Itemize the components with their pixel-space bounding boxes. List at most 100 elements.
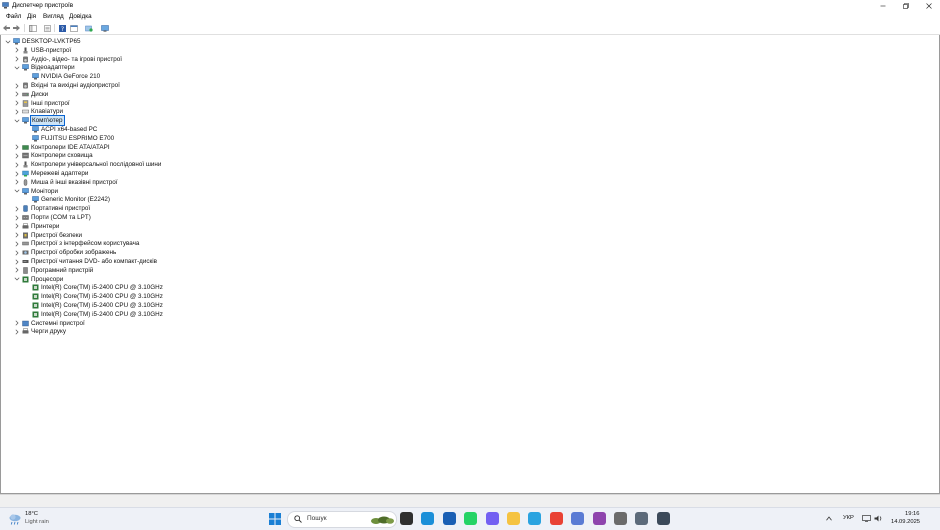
file-explorer-icon[interactable] bbox=[400, 512, 413, 525]
chrome-profile-icon[interactable] bbox=[571, 512, 585, 525]
device-tree: DESKTOP-LVKTP65 USB-пристрої Аудіо-, відео… bbox=[0, 35, 940, 494]
settings-icon[interactable] bbox=[614, 512, 627, 525]
monitor-icon bbox=[32, 196, 39, 203]
chevron-right-icon[interactable] bbox=[13, 239, 20, 248]
chrome-icon[interactable] bbox=[549, 512, 563, 525]
properties-button[interactable] bbox=[43, 24, 52, 32]
clock-time[interactable]: 19:16 bbox=[905, 511, 920, 517]
viber-icon[interactable] bbox=[485, 512, 499, 525]
tree-category-label: Процесори bbox=[31, 275, 64, 283]
language-indicator[interactable]: УКР bbox=[843, 515, 854, 521]
weather-rain-icon[interactable] bbox=[8, 512, 22, 526]
chevron-right-icon[interactable] bbox=[13, 160, 20, 169]
chevron-right-icon[interactable] bbox=[13, 204, 20, 213]
tree-category-label: Пристрої обробки зображень bbox=[31, 249, 117, 257]
tree-device-label: Intel(R) Core(TM) i5-2400 CPU @ 3.10GHz bbox=[41, 302, 163, 309]
minimize-button[interactable] bbox=[871, 0, 894, 11]
chevron-right-icon[interactable] bbox=[13, 257, 20, 266]
scan-hardware-button[interactable] bbox=[100, 24, 109, 32]
chevron-right-icon[interactable] bbox=[13, 55, 20, 64]
update-driver-icon bbox=[84, 25, 93, 32]
chevron-right-icon[interactable] bbox=[13, 90, 20, 99]
menu-bar: Файл Дія Вигляд Довідка bbox=[0, 11, 940, 22]
chevron-down-icon[interactable] bbox=[13, 63, 20, 72]
computer-icon bbox=[22, 117, 29, 124]
chevron-right-icon[interactable] bbox=[13, 327, 20, 336]
folder-icon[interactable] bbox=[507, 512, 520, 525]
dvd-icon bbox=[22, 260, 29, 263]
chevron-right-icon[interactable] bbox=[13, 151, 20, 160]
chevron-down-icon[interactable] bbox=[13, 187, 20, 196]
chevron-right-icon[interactable] bbox=[13, 248, 20, 257]
taskbar-search-box[interactable]: Пошук bbox=[287, 511, 397, 528]
printer-icon bbox=[22, 223, 29, 229]
tree-category-label: Комп'ютер bbox=[30, 115, 65, 127]
tree-category-label: Монітори bbox=[31, 187, 59, 195]
tree-category-label: Відеоадаптери bbox=[31, 64, 75, 72]
chrome-dev-icon[interactable] bbox=[592, 512, 606, 525]
menu-help[interactable]: Довідка bbox=[68, 12, 93, 21]
chevron-right-icon[interactable] bbox=[13, 143, 20, 152]
chevron-down-icon[interactable] bbox=[13, 116, 20, 125]
update-driver-button[interactable] bbox=[84, 24, 93, 32]
chevron-right-icon[interactable] bbox=[13, 169, 20, 178]
chevron-right-icon[interactable] bbox=[13, 107, 20, 116]
status-bar bbox=[0, 494, 940, 508]
chevron-right-icon[interactable] bbox=[13, 213, 20, 222]
system-icon bbox=[22, 320, 29, 326]
tree-category-label: Контролери IDE ATA/ATAPI bbox=[31, 143, 110, 151]
chevron-right-icon[interactable] bbox=[13, 222, 20, 231]
chevron-down-icon[interactable] bbox=[4, 37, 11, 46]
tree-device-label: FUJITSU ESPRIMO E700 bbox=[41, 134, 115, 142]
chevron-down-icon[interactable] bbox=[13, 275, 20, 284]
chevron-right-icon[interactable] bbox=[13, 319, 20, 328]
volume-icon[interactable] bbox=[874, 515, 883, 522]
tray-overflow-chevron-up-icon[interactable] bbox=[826, 516, 832, 521]
weather-condition[interactable]: Light rain bbox=[25, 519, 49, 525]
svg-text:?: ? bbox=[61, 25, 64, 31]
device-manager-active-icon[interactable] bbox=[656, 512, 670, 525]
chevron-right-icon[interactable] bbox=[13, 178, 20, 187]
display-adapter-icon bbox=[22, 64, 29, 71]
menu-view[interactable]: Вигляд bbox=[42, 12, 65, 21]
processor-icon bbox=[32, 311, 39, 318]
store-icon[interactable] bbox=[442, 512, 456, 525]
arrow-left-icon bbox=[3, 25, 10, 31]
device-manager-icon[interactable] bbox=[635, 512, 649, 525]
close-button[interactable] bbox=[917, 0, 940, 11]
tree-device-label: Intel(R) Core(TM) i5-2400 CPU @ 3.10GHz bbox=[41, 310, 163, 318]
tree-device-label: Intel(R) Core(TM) i5-2400 CPU @ 3.10GHz bbox=[41, 284, 163, 292]
chevron-right-icon[interactable] bbox=[13, 231, 20, 240]
chevron-right-icon[interactable] bbox=[13, 99, 20, 108]
chevron-right-icon[interactable] bbox=[13, 266, 20, 275]
computer-icon bbox=[13, 38, 20, 45]
weather-temperature[interactable]: 18°C bbox=[25, 511, 38, 517]
forward-button[interactable] bbox=[12, 24, 21, 32]
chevron-right-icon[interactable] bbox=[13, 46, 20, 55]
telegram-icon[interactable] bbox=[528, 512, 542, 525]
help-button[interactable]: ? bbox=[58, 24, 67, 32]
tree-category-label: Аудіо-, відео- та ігрові пристрої bbox=[31, 55, 122, 63]
search-highlight-image-icon bbox=[371, 516, 394, 524]
help-icon: ? bbox=[59, 24, 66, 32]
back-button[interactable] bbox=[2, 24, 11, 32]
show-hide-console-tree-button[interactable] bbox=[28, 24, 37, 32]
menu-action[interactable]: Дія bbox=[26, 12, 37, 21]
whatsapp-icon[interactable] bbox=[464, 512, 478, 525]
menu-file[interactable]: Файл bbox=[5, 12, 22, 21]
edge-icon[interactable] bbox=[421, 512, 435, 525]
port-icon bbox=[22, 215, 29, 220]
usb-icon bbox=[23, 47, 28, 54]
maximize-button[interactable] bbox=[894, 0, 917, 11]
chevron-right-icon[interactable] bbox=[13, 81, 20, 90]
console-tree-icon bbox=[28, 24, 37, 32]
clock-date[interactable]: 14.09.2025 bbox=[891, 519, 920, 525]
tree-device-label: ACPI x64-based PC bbox=[41, 126, 98, 133]
start-button-windows-icon[interactable] bbox=[269, 513, 281, 525]
network-ethernet-icon[interactable] bbox=[862, 515, 871, 522]
scan-hardware-icon bbox=[100, 24, 109, 32]
action-pane-button[interactable] bbox=[69, 24, 78, 32]
processor-icon bbox=[22, 276, 29, 283]
taskbar: 18°C Light rain Пошук УКР 19:16 14.09.20… bbox=[0, 507, 940, 530]
disk-icon bbox=[22, 92, 29, 96]
